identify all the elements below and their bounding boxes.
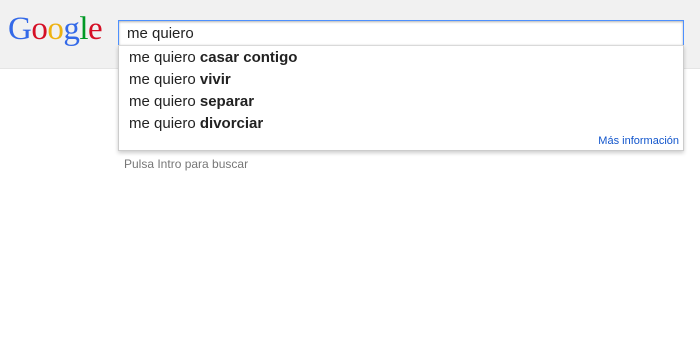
logo-letter: o	[31, 11, 48, 47]
suggestion-completion-text: vivir	[199, 71, 231, 88]
more-info-link[interactable]: Más información	[598, 135, 679, 147]
logo-letter: g	[63, 11, 80, 47]
suggestion-completion-text: separar	[199, 93, 255, 110]
google-logo[interactable]: Google	[8, 9, 103, 49]
suggestion-item[interactable]: me quiero vivir	[119, 69, 683, 91]
search-input[interactable]	[119, 21, 683, 45]
suggestion-item[interactable]: me quiero divorciar	[119, 113, 683, 135]
suggestion-item[interactable]: me quiero separar	[119, 91, 683, 113]
suggestion-completion-text: casar contigo	[199, 49, 298, 66]
suggestion-typed-text: me quiero	[129, 93, 200, 110]
search-hint: Pulsa Intro para buscar	[124, 157, 249, 171]
suggestion-completion-text: divorciar	[199, 115, 264, 132]
logo-letter: l	[79, 11, 89, 47]
search-box[interactable]	[118, 20, 684, 46]
logo-letter: G	[8, 11, 32, 47]
suggestion-typed-text: me quiero	[129, 115, 200, 132]
logo-letter: e	[88, 11, 103, 47]
autocomplete-dropdown: me quiero casar contigo me quiero vivir …	[118, 45, 684, 151]
suggestion-item[interactable]: me quiero casar contigo	[119, 47, 683, 69]
suggestion-typed-text: me quiero	[129, 49, 200, 66]
logo-letter: o	[47, 11, 64, 47]
page: Google me quiero casar contigo me quiero…	[0, 0, 700, 363]
suggestion-typed-text: me quiero	[129, 71, 200, 88]
